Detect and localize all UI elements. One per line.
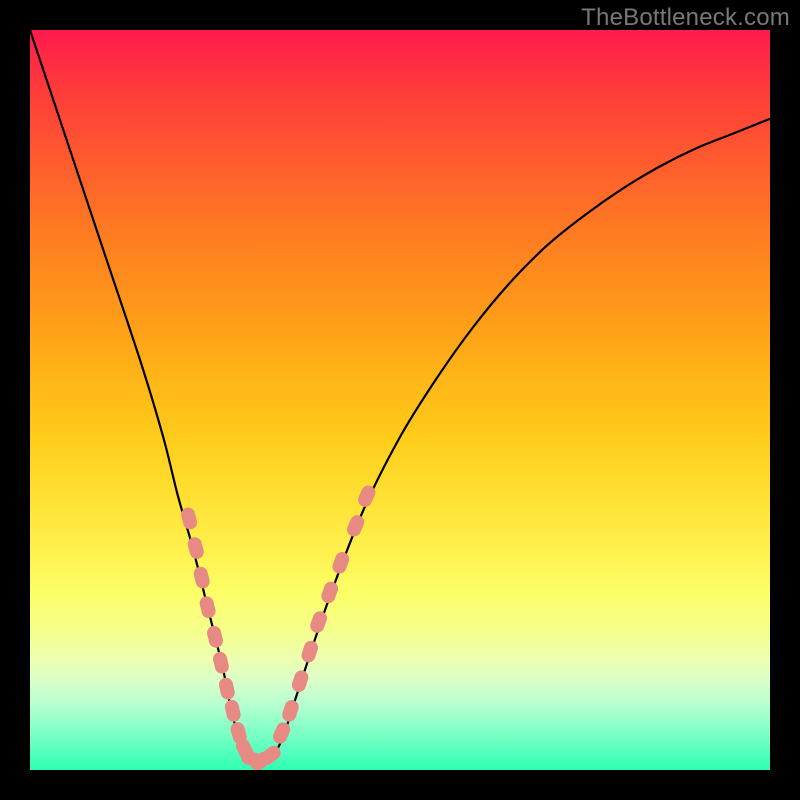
data-marker [330, 550, 351, 575]
chart-frame: TheBottleneck.com [0, 0, 800, 800]
data-marker [319, 580, 340, 605]
data-marker [192, 565, 211, 590]
data-marker [300, 639, 320, 664]
data-marker [198, 595, 217, 620]
data-marker [308, 609, 329, 634]
data-marker [218, 676, 236, 701]
data-marker [206, 624, 225, 649]
data-marker [271, 720, 293, 746]
data-marker [212, 650, 231, 675]
bottleneck-curve [30, 30, 770, 765]
data-marker [290, 669, 310, 694]
data-marker [345, 513, 367, 539]
data-markers [180, 483, 378, 770]
data-marker [186, 536, 205, 561]
plot-area [30, 30, 770, 770]
watermark-text: TheBottleneck.com [581, 4, 790, 32]
data-marker [280, 698, 300, 723]
data-marker [224, 699, 242, 724]
chart-svg [30, 30, 770, 770]
